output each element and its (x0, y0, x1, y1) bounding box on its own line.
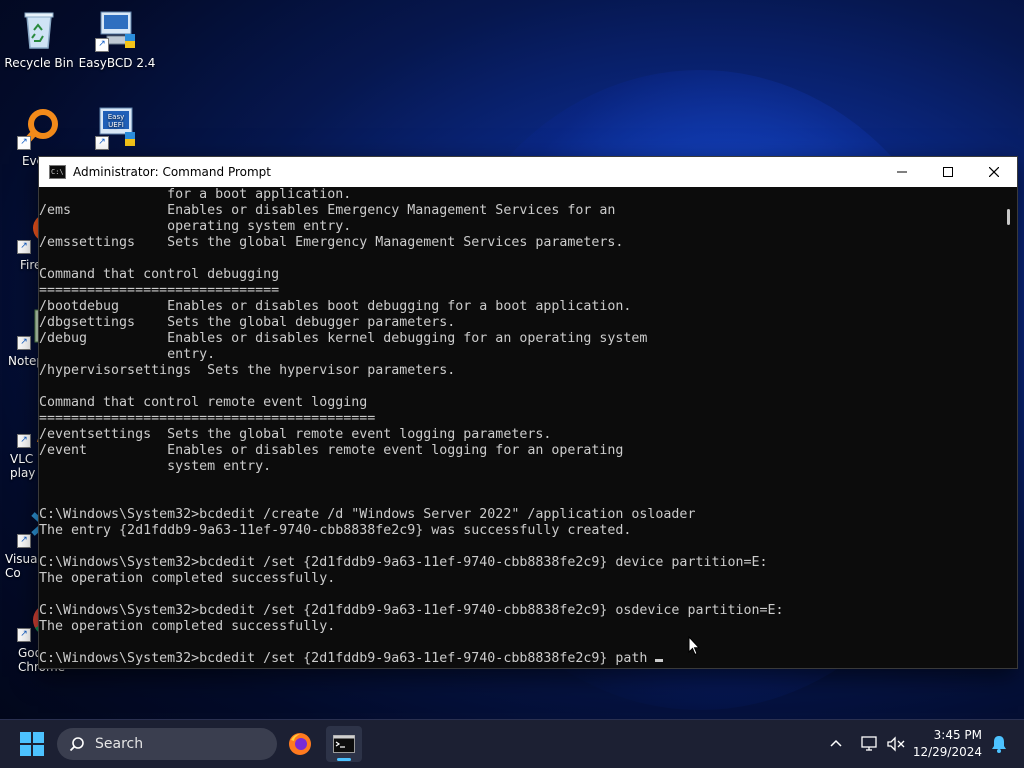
console-line: Command that control remote event loggin… (39, 395, 368, 410)
active-indicator (337, 758, 351, 761)
console-line: The operation completed successfully. (39, 571, 336, 586)
console-line: The entry {2d1fddb9-9a63-11ef-9740-cbb88… (39, 523, 632, 538)
maximize-icon (943, 167, 953, 177)
desktop-icon-label: EasyBCD 2.4 (78, 56, 156, 70)
console-line: /ems Enables or disables Emergency Manag… (39, 203, 616, 218)
prompt-text: C:\Windows\System32>bcdedit /set {2d1fdd… (39, 651, 656, 666)
svg-text:UEFI: UEFI (108, 121, 124, 129)
firefox-icon (289, 733, 311, 755)
console-text: for a boot application. /ems Enables or … (39, 187, 1001, 651)
console-line: /emssettings Sets the global Emergency M… (39, 235, 624, 250)
console-line: ============================== (39, 283, 280, 298)
console-line: /debug Enables or disables kernel debugg… (39, 331, 648, 346)
desktop-icon-recycle-bin[interactable]: Recycle Bin (0, 8, 78, 70)
shortcut-arrow-icon: ↗ (17, 628, 31, 642)
console-line: entry. (39, 347, 216, 362)
console-line: for a boot application. (39, 187, 352, 202)
taskbar: Search 3:45 PM 12/29/2024 (0, 719, 1024, 768)
taskbar-clock[interactable]: 3:45 PM 12/29/2024 (913, 727, 982, 761)
console-line: /eventsettings Sets the global remote ev… (39, 427, 552, 442)
console-line: ========================================… (39, 411, 376, 426)
notification-bell-icon[interactable] (990, 734, 1008, 754)
console-line: C:\Windows\System32>bcdedit /set {2d1fdd… (39, 603, 784, 618)
minimize-button[interactable] (879, 157, 925, 187)
clock-time: 3:45 PM (933, 728, 982, 742)
recycle-bin-icon (17, 8, 61, 52)
cmd-app-icon (333, 735, 355, 753)
close-button[interactable] (971, 157, 1017, 187)
console-line: The operation completed successfully. (39, 619, 336, 634)
console-line: system entry. (39, 459, 272, 474)
console-line: C:\Windows\System32>bcdedit /set {2d1fdd… (39, 555, 768, 570)
cmd-app-icon: C:\ (49, 165, 66, 179)
taskbar-firefox[interactable] (282, 726, 318, 762)
vertical-scrollbar[interactable] (1001, 187, 1017, 668)
shortcut-arrow-icon: ↗ (95, 38, 109, 52)
mouse-pointer-icon (688, 636, 700, 656)
volume-muted-icon[interactable] (886, 735, 906, 753)
console-line: /event Enables or disables remote event … (39, 443, 624, 458)
minimize-icon (897, 171, 907, 173)
console-line: operating system entry. (39, 219, 352, 234)
console-line: /bootdebug Enables or disables boot debu… (39, 299, 632, 314)
start-button[interactable] (20, 732, 44, 756)
easybcd-icon: ↗ (95, 8, 139, 52)
text-cursor (655, 659, 664, 662)
desktop-icon-easybcd[interactable]: ↗ EasyBCD 2.4 (78, 8, 156, 70)
console-output[interactable]: for a boot application. /ems Enables or … (39, 187, 1001, 668)
shortcut-arrow-icon: ↗ (95, 136, 109, 150)
shortcut-arrow-icon: ↗ (17, 136, 31, 150)
window-title: Administrator: Command Prompt (73, 165, 271, 179)
desktop-icon-label: Recycle Bin (4, 56, 74, 70)
shortcut-arrow-icon: ↗ (17, 534, 31, 548)
search-icon (69, 737, 84, 752)
console-line: C:\Windows\System32>bcdedit /create /d "… (39, 507, 696, 522)
console-prompt-line[interactable]: C:\Windows\System32>bcdedit /set {2d1fdd… (39, 651, 1001, 667)
network-icon[interactable] (860, 735, 880, 753)
desktop-icon-easyuefi[interactable]: Easy UEFI ↗ (78, 106, 156, 154)
taskbar-command-prompt[interactable] (326, 726, 362, 762)
taskbar-search[interactable]: Search (57, 728, 277, 760)
shortcut-arrow-icon: ↗ (17, 240, 31, 254)
magnifier-icon: ↗ (17, 106, 61, 150)
command-prompt-window[interactable]: C:\ Administrator: Command Prompt for a … (38, 156, 1018, 669)
clock-date: 12/29/2024 (912, 745, 982, 759)
shortcut-arrow-icon: ↗ (17, 336, 31, 350)
scrollbar-thumb[interactable] (1007, 209, 1010, 225)
system-tray (828, 720, 906, 768)
close-icon (989, 167, 999, 177)
window-titlebar[interactable]: C:\ Administrator: Command Prompt (39, 157, 1017, 187)
chevron-up-icon[interactable] (828, 736, 844, 752)
console-line: Command that control debugging (39, 267, 280, 282)
maximize-button[interactable] (925, 157, 971, 187)
console-line: /dbgsettings Sets the global debugger pa… (39, 315, 456, 330)
search-label: Search (95, 736, 144, 752)
easyuefi-icon: Easy UEFI ↗ (95, 106, 139, 150)
console-line: /hypervisorsettings Sets the hypervisor … (39, 363, 456, 378)
window-controls (879, 157, 1017, 187)
shortcut-arrow-icon: ↗ (17, 434, 31, 448)
svg-text:Easy: Easy (108, 113, 125, 121)
